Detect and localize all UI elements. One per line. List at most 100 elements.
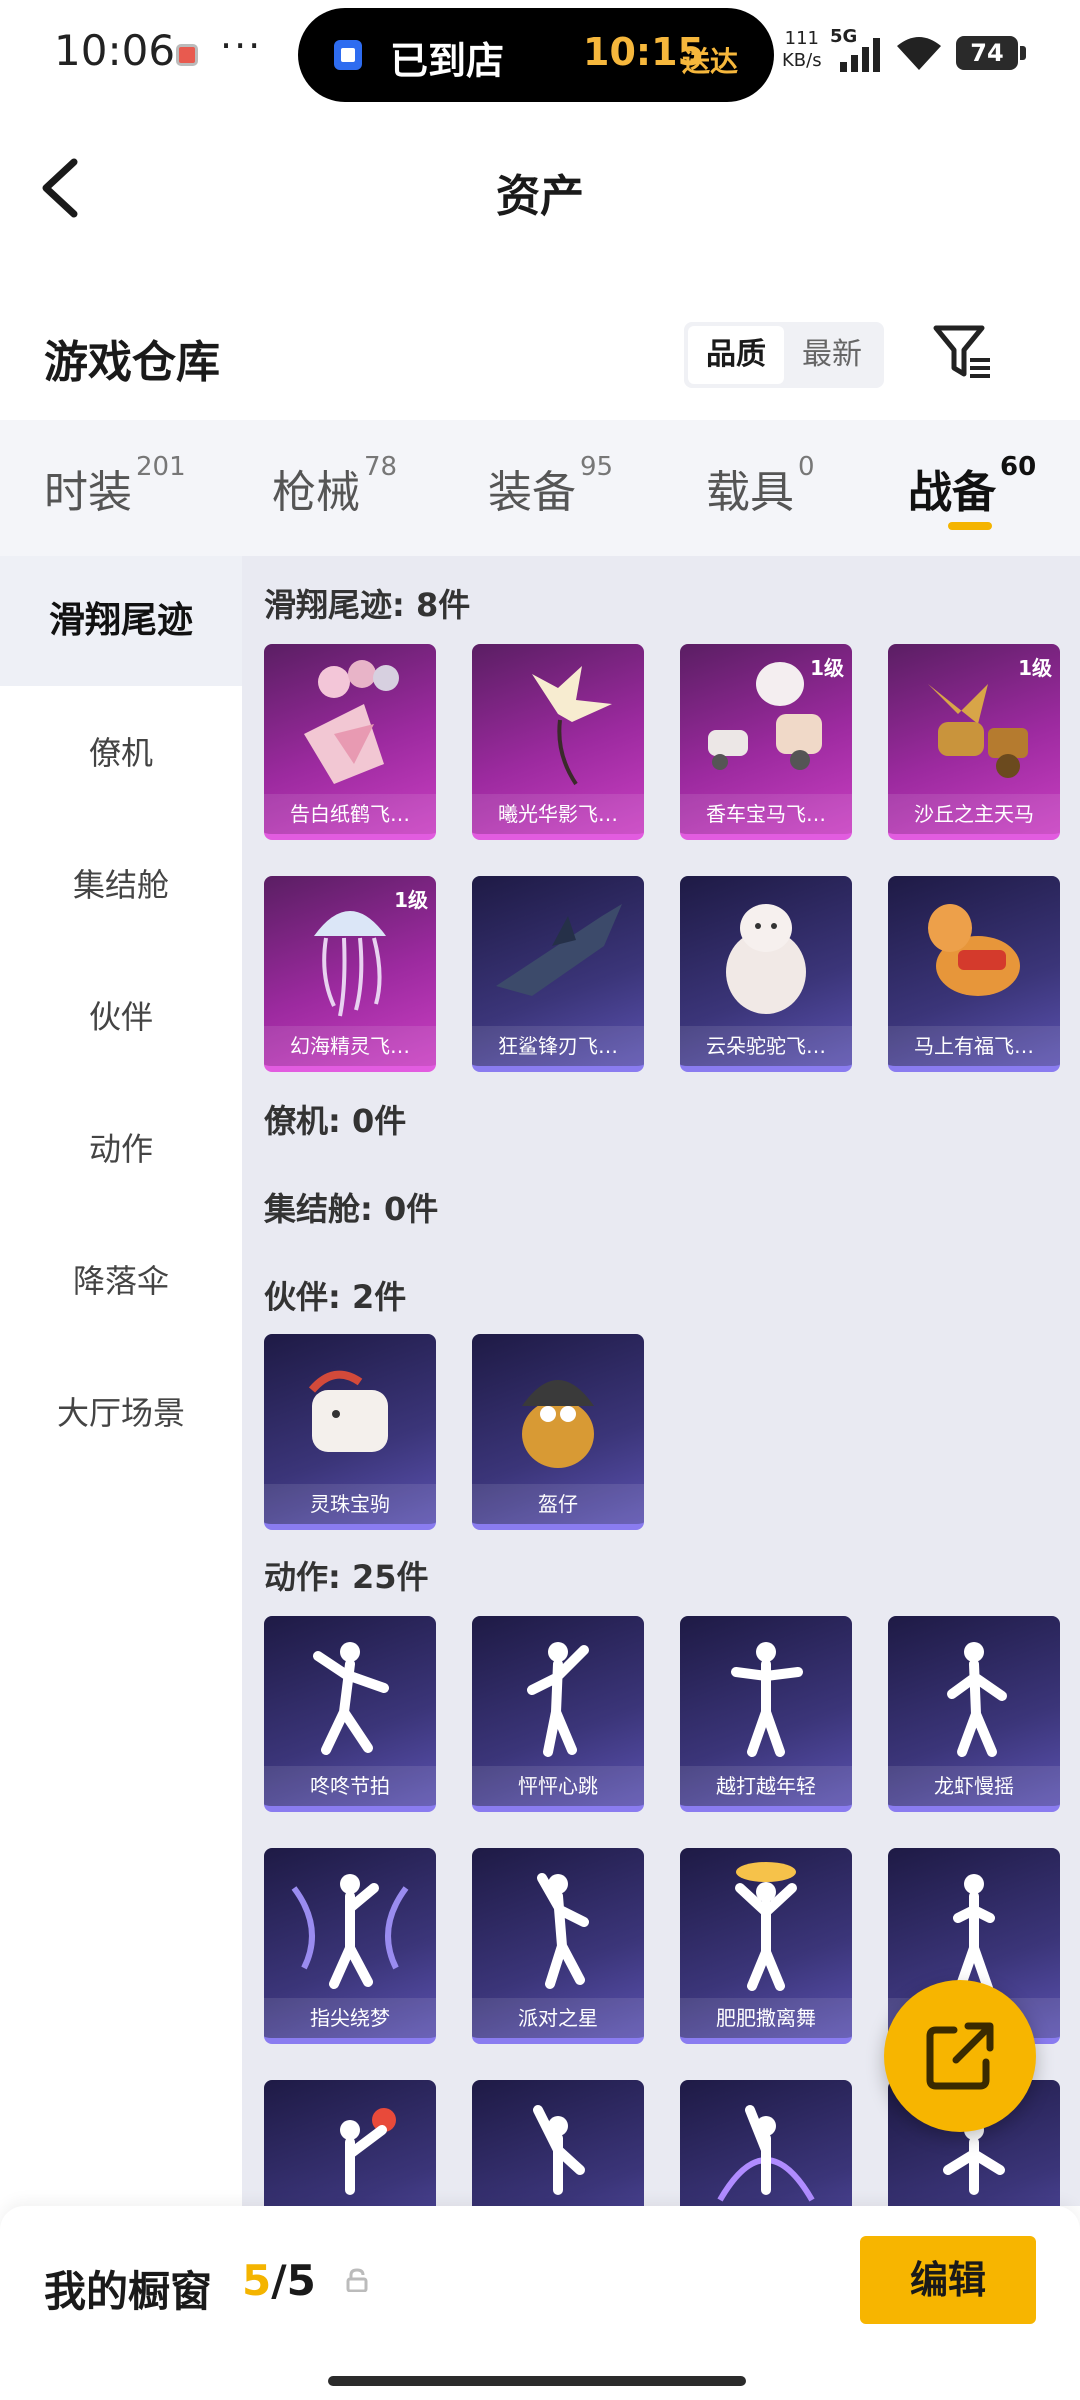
showcase-count-total: 5 <box>286 2256 316 2305</box>
item-name: 云朵驼驼飞… <box>680 1026 852 1066</box>
status-bar: 10:06 ··· 已到店 10:15 送达 111 KB/s 5G 74 <box>0 0 1080 108</box>
showcase-bar: 我的橱窗 5/5 编辑 <box>0 2206 1080 2400</box>
tab-label: 装备 <box>488 467 576 518</box>
delivery-eta-label: 送达 <box>682 45 739 78</box>
item-card[interactable]: 告白纸鹤飞… <box>264 644 436 840</box>
status-time: 10:06 <box>54 26 176 75</box>
tab-count: 95 <box>580 452 614 482</box>
item-card[interactable]: 龙虾慢摇 <box>888 1616 1060 1812</box>
lock-icon <box>346 2268 368 2292</box>
dance-pose-art <box>313 1642 389 1755</box>
lucky-horse-art <box>308 1370 388 1452</box>
sidebar-item-wingman[interactable]: 僚机 <box>0 688 242 818</box>
sidebar-item-parachute[interactable]: 降落伞 <box>0 1216 242 1346</box>
item-name: 派对之星 <box>472 1998 644 2038</box>
item-name: 告白纸鹤飞… <box>264 794 436 834</box>
dance-pose-art <box>735 1862 797 1991</box>
item-content[interactable]: 滑翔尾迹: 8件 告白纸鹤飞… 曦光华影飞… 1级 香车宝马飞… 1级 沙丘之主… <box>242 556 1080 2206</box>
shark-art <box>496 904 622 996</box>
network-speed-value: 111 <box>784 28 819 49</box>
item-card[interactable]: 咚咚节拍 <box>264 1616 436 1812</box>
dance-pose-art <box>527 1642 589 1757</box>
item-name: 灵珠宝驹 <box>264 1484 436 1524</box>
dance-pose-art <box>731 1642 803 1757</box>
sidebar-item-emote[interactable]: 动作 <box>0 1084 242 1214</box>
item-card[interactable]: 曦光华影飞… <box>472 644 644 840</box>
section-title: 动作: 25件 <box>264 1558 429 1596</box>
network-speed: 111 KB/s <box>782 28 822 72</box>
alpaca-art <box>726 904 806 1014</box>
item-name: 马上有福飞… <box>888 1026 1060 1066</box>
showcase-count-separator: / <box>271 2256 287 2305</box>
item-name: 沙丘之主天马 <box>888 794 1060 834</box>
filter-icon <box>933 325 990 378</box>
network-speed-unit: KB/s <box>782 50 822 71</box>
sidebar-item-lobby-scene[interactable]: 大厅场景 <box>0 1348 242 1478</box>
item-card[interactable]: 狂鲨锋刃飞… <box>472 876 644 1072</box>
item-card[interactable] <box>264 2080 436 2206</box>
tab-label: 战备 <box>908 467 996 518</box>
dance-pose-art <box>340 2108 396 2195</box>
section-title: 滑翔尾迹: 8件 <box>264 586 471 624</box>
tab-count: 201 <box>136 452 186 482</box>
item-card[interactable]: 1级 幻海精灵飞… <box>264 876 436 1072</box>
sidebar: 滑翔尾迹 僚机 集结舱 伙伴 动作 降落伞 大厅场景 <box>0 556 242 2206</box>
item-card[interactable]: 马上有福飞… <box>888 876 1060 1072</box>
edit-button[interactable]: 编辑 <box>860 2236 1036 2324</box>
showcase-title: 我的橱窗 <box>44 2267 213 2316</box>
tab-weapons[interactable]: 枪械 78 <box>272 452 397 520</box>
active-tab-indicator <box>948 522 992 530</box>
item-card[interactable]: 派对之星 <box>472 1848 644 2044</box>
dance-pose-art <box>717 2105 815 2202</box>
item-card[interactable]: 灵珠宝驹 <box>264 1334 436 1530</box>
item-name: 越打越年轻 <box>680 1766 852 1806</box>
item-card[interactable]: 肥肥撒离舞 <box>680 1848 852 2044</box>
dance-pose-art <box>291 1874 409 1989</box>
item-name: 肥肥撒离舞 <box>680 1998 852 2038</box>
tab-fashion[interactable]: 时装 201 <box>44 452 186 520</box>
page-title: 资产 <box>496 171 584 222</box>
tab-battle-gear[interactable]: 战备 60 <box>908 452 1036 520</box>
item-card[interactable]: 云朵驼驼飞… <box>680 876 852 1072</box>
delivery-live-activity[interactable]: 已到店 10:15 送达 <box>298 8 774 102</box>
item-name: 盔仔 <box>472 1484 644 1524</box>
sidebar-item-glide-trail[interactable]: 滑翔尾迹 <box>0 556 242 686</box>
sort-toggle: 品质 最新 <box>684 322 884 388</box>
item-card[interactable] <box>472 2080 644 2206</box>
item-card[interactable]: 越打越年轻 <box>680 1616 852 1812</box>
helmet-chick-art <box>522 1380 594 1468</box>
item-card[interactable]: 怦怦心跳 <box>472 1616 644 1812</box>
showcase-count: 5/5 <box>242 2256 316 2305</box>
filter-button[interactable] <box>930 318 994 388</box>
item-card[interactable]: 1级 香车宝马飞… <box>680 644 852 840</box>
item-card[interactable] <box>680 2080 852 2206</box>
dance-pose-art <box>953 1874 995 1993</box>
warehouse-title: 游戏仓库 <box>44 337 220 388</box>
item-name: 怦怦心跳 <box>472 1766 644 1806</box>
carriage-art <box>708 662 822 770</box>
sort-option-newest[interactable]: 最新 <box>784 326 880 384</box>
dance-pose-art <box>947 1642 1007 1757</box>
category-tabs: 时装 201 枪械 78 装备 95 载具 0 战备 60 <box>0 420 1080 556</box>
item-card[interactable]: 指尖绕梦 <box>264 1848 436 2044</box>
dance-pose-art <box>533 2105 585 2195</box>
tab-equipment[interactable]: 装备 95 <box>488 452 613 520</box>
delivery-status: 已到店 <box>390 39 505 83</box>
tab-count: 78 <box>364 452 398 482</box>
tab-vehicles[interactable]: 载具 0 <box>706 452 815 520</box>
share-button[interactable] <box>884 1980 1036 2132</box>
sidebar-item-partner[interactable]: 伙伴 <box>0 952 242 1082</box>
home-indicator[interactable] <box>328 2376 746 2386</box>
sidebar-item-assembly-pod[interactable]: 集结舱 <box>0 820 242 950</box>
jellyfish-art <box>314 911 386 1017</box>
section-title: 伙伴: 2件 <box>264 1278 407 1316</box>
signal-icon <box>840 38 880 72</box>
delivery-app-icon <box>334 40 362 70</box>
item-card[interactable]: 盔仔 <box>472 1334 644 1530</box>
paper-crane-art <box>304 660 399 784</box>
item-name: 香车宝马飞… <box>680 794 852 834</box>
share-icon <box>926 2022 994 2090</box>
item-card[interactable]: 1级 沙丘之主天马 <box>888 644 1060 840</box>
sort-option-quality[interactable]: 品质 <box>688 326 784 384</box>
section-title: 集结舱: 0件 <box>264 1190 439 1228</box>
